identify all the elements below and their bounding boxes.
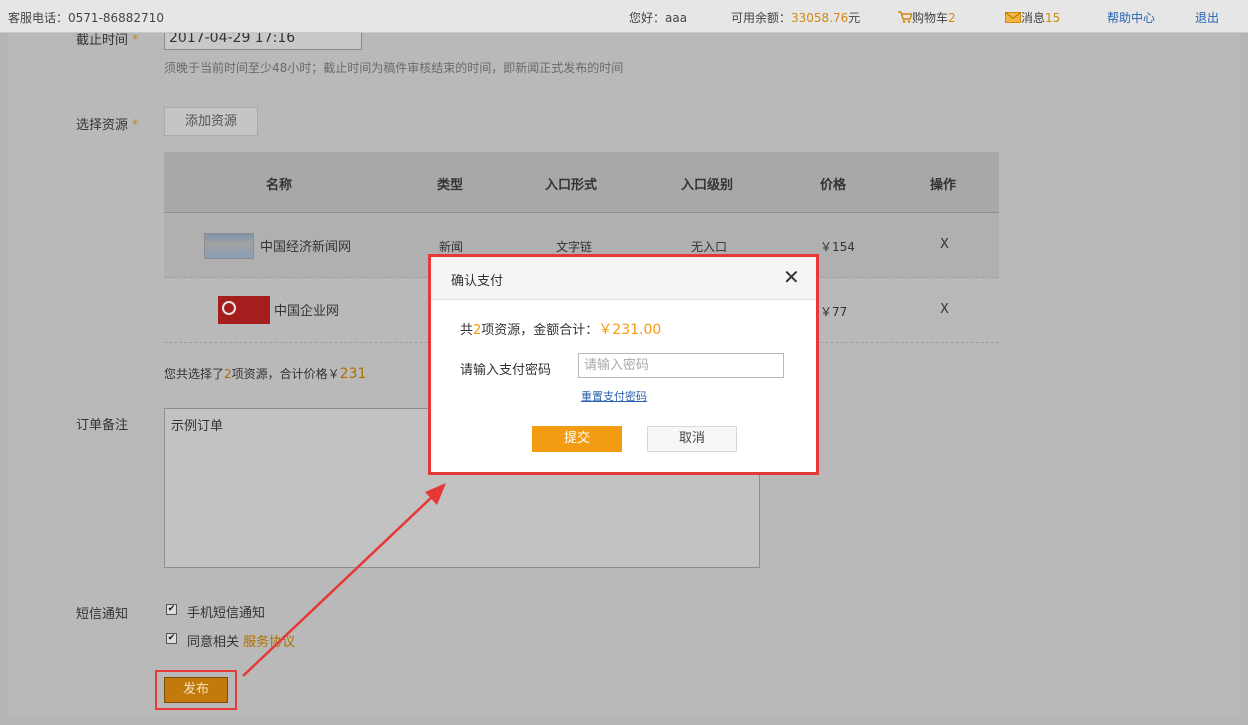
mail-icon <box>1005 12 1021 23</box>
summary-prefix: 您共选择了 <box>164 367 225 381</box>
site-logo-image <box>218 296 270 324</box>
deadline-hint: 须晚于当前时间至少48小时；截止时间为稿件审核结束的时间，即新闻正式发布的时间 <box>164 61 624 75</box>
col-entry-level: 入口级别 <box>681 178 734 193</box>
logo-emblem-icon <box>222 301 236 315</box>
payment-amount: ￥231.00 <box>598 322 662 338</box>
submit-button[interactable]: 提交 <box>532 426 622 452</box>
cart-icon <box>898 11 914 23</box>
dialog-title: 确认支付 <box>451 274 504 289</box>
agree-option: 同意相关 服务协议 <box>187 631 295 650</box>
resource-entry-form: 文字链 <box>556 240 593 254</box>
reset-password-link[interactable]: 重置支付密码 <box>581 388 647 404</box>
cart-label: 购物车 <box>912 11 949 25</box>
col-action: 操作 <box>930 178 957 193</box>
terms-link[interactable]: 服务协议 <box>243 635 295 650</box>
sms-label: 短信通知 <box>76 607 129 622</box>
resource-type: 新闻 <box>439 240 464 254</box>
resource-price: ￥154 <box>820 240 855 254</box>
sms-option-label: 手机短信通知 <box>187 606 266 621</box>
resource-entry-level: 无入口 <box>691 240 728 254</box>
required-mark: * <box>132 118 139 133</box>
sms-checkbox[interactable]: ✔ <box>166 604 177 615</box>
msg-label: 消息 <box>1021 11 1046 25</box>
password-label: 请输入支付密码 <box>460 363 552 378</box>
balance-label: 可用余额： <box>731 11 792 25</box>
top-bar: 客服电话：0571-86882710 您好：aaa 可用余额：33058.76元… <box>0 0 1248 33</box>
help-center-link[interactable]: 帮助中心 <box>1107 9 1155 26</box>
agree-checkbox[interactable]: ✔ <box>166 633 177 644</box>
note-label: 订单备注 <box>76 418 129 433</box>
msg-count: 15 <box>1045 11 1061 25</box>
cart-link[interactable]: 购物车2 <box>898 9 956 26</box>
resource-name: 中国企业网 <box>274 304 340 319</box>
remove-resource-button[interactable]: X <box>940 302 949 317</box>
resource-label: 选择资源 * <box>76 114 139 133</box>
publish-highlight: 发布 <box>155 670 237 710</box>
summary-mid: 项资源，合计价格￥ <box>231 367 340 381</box>
site-logo-image <box>204 233 254 259</box>
deadline-label: 截止时间 * <box>76 32 139 48</box>
balance-unit: 元 <box>848 11 861 25</box>
agree-option-label: 同意相关 <box>187 635 240 650</box>
cart-count: 2 <box>948 11 956 25</box>
summary-b: 项资源，金额合计： <box>481 323 599 338</box>
user-greeting: 您好：aaa <box>629 11 688 25</box>
balance: 可用余额：33058.76元 <box>731 9 860 26</box>
balance-value: 33058.76 <box>791 11 849 25</box>
col-name: 名称 <box>266 178 293 193</box>
summary-total: 231 <box>339 366 367 382</box>
add-resource-button[interactable]: 添加资源 <box>164 107 258 136</box>
required-mark: * <box>132 33 139 48</box>
dialog-header: 确认支付 ✕ <box>431 257 816 300</box>
messages-link[interactable]: 消息15 <box>1005 9 1060 26</box>
remove-resource-button[interactable]: X <box>940 237 949 252</box>
deadline-label-text: 截止时间 <box>76 33 129 48</box>
resource-price: ￥77 <box>820 305 848 319</box>
col-price: 价格 <box>820 178 847 193</box>
table-header: 名称 类型 入口形式 入口级别 价格 操作 <box>164 152 999 213</box>
selection-summary: 您共选择了2项资源，合计价格￥231 <box>164 365 366 382</box>
close-icon[interactable]: ✕ <box>783 265 800 289</box>
password-input[interactable] <box>578 353 784 378</box>
col-type: 类型 <box>437 178 464 193</box>
summary-a: 共 <box>460 323 474 338</box>
service-phone: 客服电话：0571-86882710 <box>8 11 164 25</box>
logout-link[interactable]: 退出 <box>1195 9 1219 26</box>
resource-label-text: 选择资源 <box>76 118 129 133</box>
publish-button[interactable]: 发布 <box>164 677 228 703</box>
resource-name: 中国经济新闻网 <box>260 240 352 255</box>
col-entry-form: 入口形式 <box>545 178 598 193</box>
payment-summary: 共2项资源，金额合计：￥231.00 <box>460 319 661 339</box>
summary-count: 2 <box>224 367 232 381</box>
payment-dialog: 确认支付 ✕ 共2项资源，金额合计：￥231.00 请输入支付密码 重置支付密码… <box>428 254 819 475</box>
cancel-button[interactable]: 取消 <box>647 426 737 452</box>
deadline-input[interactable]: 2017-04-29 17:16 <box>164 32 362 50</box>
